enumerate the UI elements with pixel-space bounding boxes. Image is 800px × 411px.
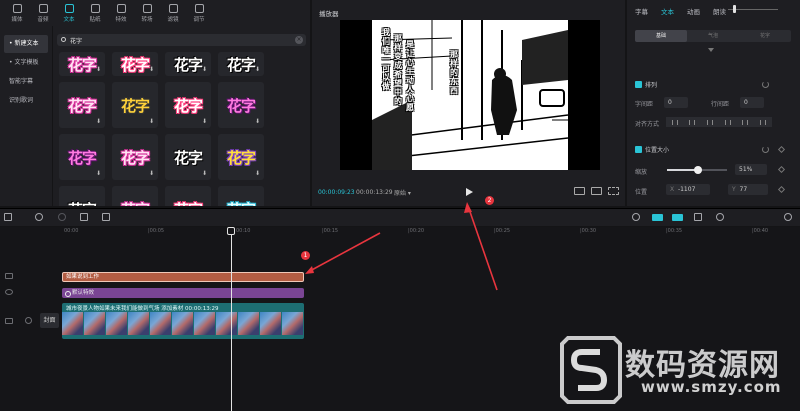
annotation-arrow-1 [307,232,381,273]
annotation-arrowhead-2 [464,202,472,213]
annotation-badge-1: 1 [301,251,310,260]
watermark-logo [560,336,622,404]
annotation-arrow-2 [467,205,498,291]
annotation-badge-2: 2 [485,196,494,205]
annotation-arrowhead-1 [305,266,314,274]
watermark-url: www.smzy.com [641,378,782,396]
